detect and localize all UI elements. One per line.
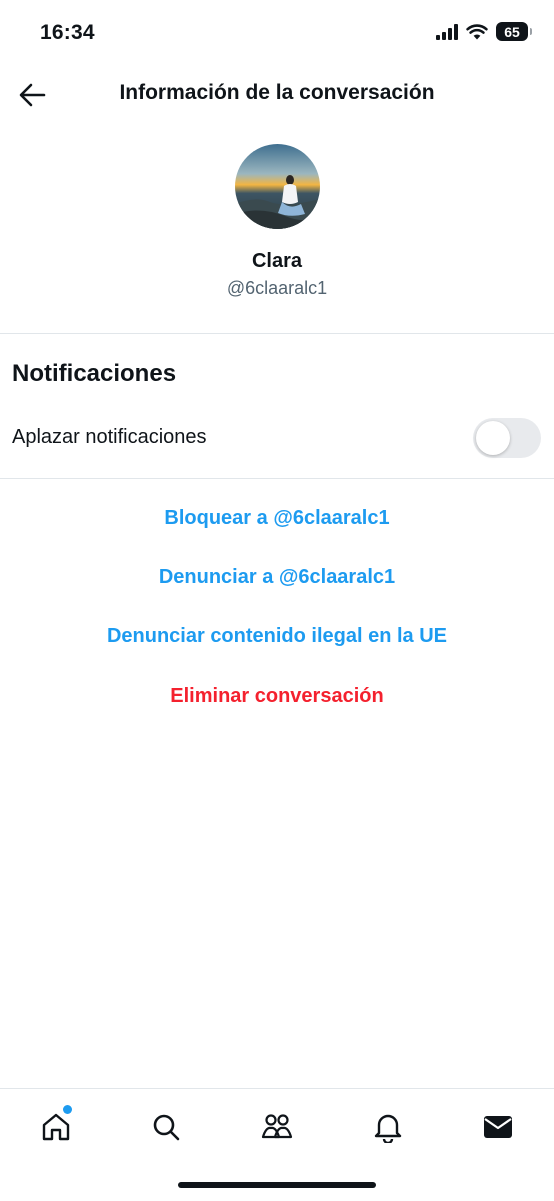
battery-level: 65 <box>504 23 520 40</box>
nav-notifications[interactable] <box>366 1105 410 1149</box>
home-indicator <box>178 1182 376 1188</box>
block-user-button[interactable]: Bloquear a @6claaralc1 <box>0 507 554 530</box>
avatar-photo <box>235 144 320 229</box>
nav-search[interactable] <box>144 1105 188 1149</box>
notifications-section-title: Notificaciones <box>12 360 177 387</box>
messages-envelope-icon <box>484 1116 512 1138</box>
cellular-signal-icon <box>436 23 458 40</box>
toggle-knob <box>476 421 510 455</box>
divider <box>0 333 554 334</box>
profile-handle: @6claaralc1 <box>226 278 328 298</box>
status-time: 16:34 <box>40 21 95 44</box>
delete-conversation-button[interactable]: Eliminar conversación <box>0 685 554 708</box>
wifi-icon <box>466 23 488 39</box>
page-title: Información de la conversación <box>119 81 435 104</box>
snooze-notifications-label: Aplazar notificaciones <box>12 426 207 448</box>
status-indicators: 65 <box>436 22 532 41</box>
nav-messages[interactable] <box>476 1105 520 1149</box>
nav-communities[interactable] <box>255 1105 299 1149</box>
report-user-button[interactable]: Denunciar a @6claaralc1 <box>0 566 554 589</box>
profile-name: Clara <box>251 250 303 272</box>
snooze-notifications-toggle[interactable] <box>473 418 541 458</box>
communities-icon <box>261 1114 293 1139</box>
home-icon <box>42 1113 70 1141</box>
nav-home[interactable] <box>34 1105 78 1149</box>
divider <box>0 478 554 479</box>
search-icon <box>153 1114 180 1141</box>
battery-indicator: 65 <box>496 22 532 41</box>
notification-dot <box>63 1105 72 1114</box>
report-illegal-content-button[interactable]: Denunciar contenido ilegal en la UE <box>0 625 554 648</box>
avatar[interactable] <box>235 144 320 229</box>
header: Información de la conversación <box>0 66 554 124</box>
notifications-bell-icon <box>374 1114 402 1143</box>
status-bar: 16:34 65 <box>0 0 554 66</box>
snooze-notifications-row: Aplazar notificaciones <box>0 412 554 466</box>
